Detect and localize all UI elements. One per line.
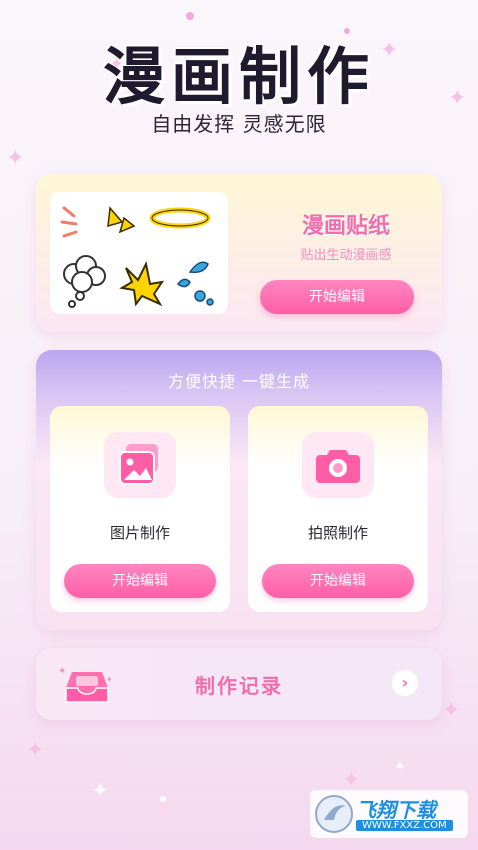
sticker-samples-image <box>60 206 214 308</box>
speed-lines-sticker <box>60 206 78 238</box>
records-bar[interactable]: ✦ ✦ 制作记录 › <box>36 648 442 720</box>
sparkle-icon: ✦ <box>92 778 109 802</box>
chevron-right-icon[interactable]: › <box>392 670 418 696</box>
camera-icon <box>302 432 374 498</box>
cloud-sticker <box>63 255 106 308</box>
sticker-card[interactable]: 漫画贴纸 贴出生动漫画感 开始编辑 <box>36 174 442 332</box>
page-title: 漫画制作 <box>102 40 375 113</box>
watermark-text: 飞翔下载 <box>356 798 436 822</box>
sparkle-icon: ✦ <box>342 768 361 793</box>
page-subtitle: 自由发挥 灵感无限 <box>151 112 327 136</box>
sticker-start-edit-button[interactable]: 开始编辑 <box>260 280 414 314</box>
watermark-url: WWW.FXXZ.COM <box>356 820 453 831</box>
sparkle-icon: ✦ <box>26 738 45 763</box>
quick-create-card: 方便快捷 一键生成 图片制作 开始编辑 拍照制作 开始编辑 <box>36 350 442 630</box>
burst-sticker <box>119 260 165 307</box>
records-label: 制作记录 <box>195 674 283 698</box>
sticker-card-description: 贴出生动漫画感 <box>300 248 392 263</box>
quick-card-title: 方便快捷 一键生成 <box>167 372 311 391</box>
sticker-preview <box>50 192 228 314</box>
decor-dot <box>186 12 194 20</box>
decor-dot <box>160 796 166 802</box>
splash-sticker <box>176 261 214 306</box>
image-start-edit-button[interactable]: 开始编辑 <box>64 564 216 598</box>
sparkle-icon: ✦ <box>442 698 461 723</box>
camera-start-edit-button[interactable]: 开始编辑 <box>262 564 414 598</box>
watermark-logo: 飞翔下载 WWW.FXXZ.COM <box>310 790 468 838</box>
image-create-label: 图片制作 <box>109 524 170 542</box>
camera-create-label: 拍照制作 <box>307 524 368 542</box>
sticker-card-title: 漫画贴纸 <box>301 214 390 239</box>
camera-create-card[interactable]: 拍照制作 开始编辑 <box>248 406 428 612</box>
watermark-emblem-icon <box>315 795 353 833</box>
image-create-card[interactable]: 图片制作 开始编辑 <box>50 406 230 612</box>
sparkle-icon: ✦ <box>6 146 25 171</box>
flash-sticker <box>107 206 136 234</box>
sparkle-icon: ✦ <box>394 759 406 775</box>
gallery-icon <box>104 432 176 498</box>
